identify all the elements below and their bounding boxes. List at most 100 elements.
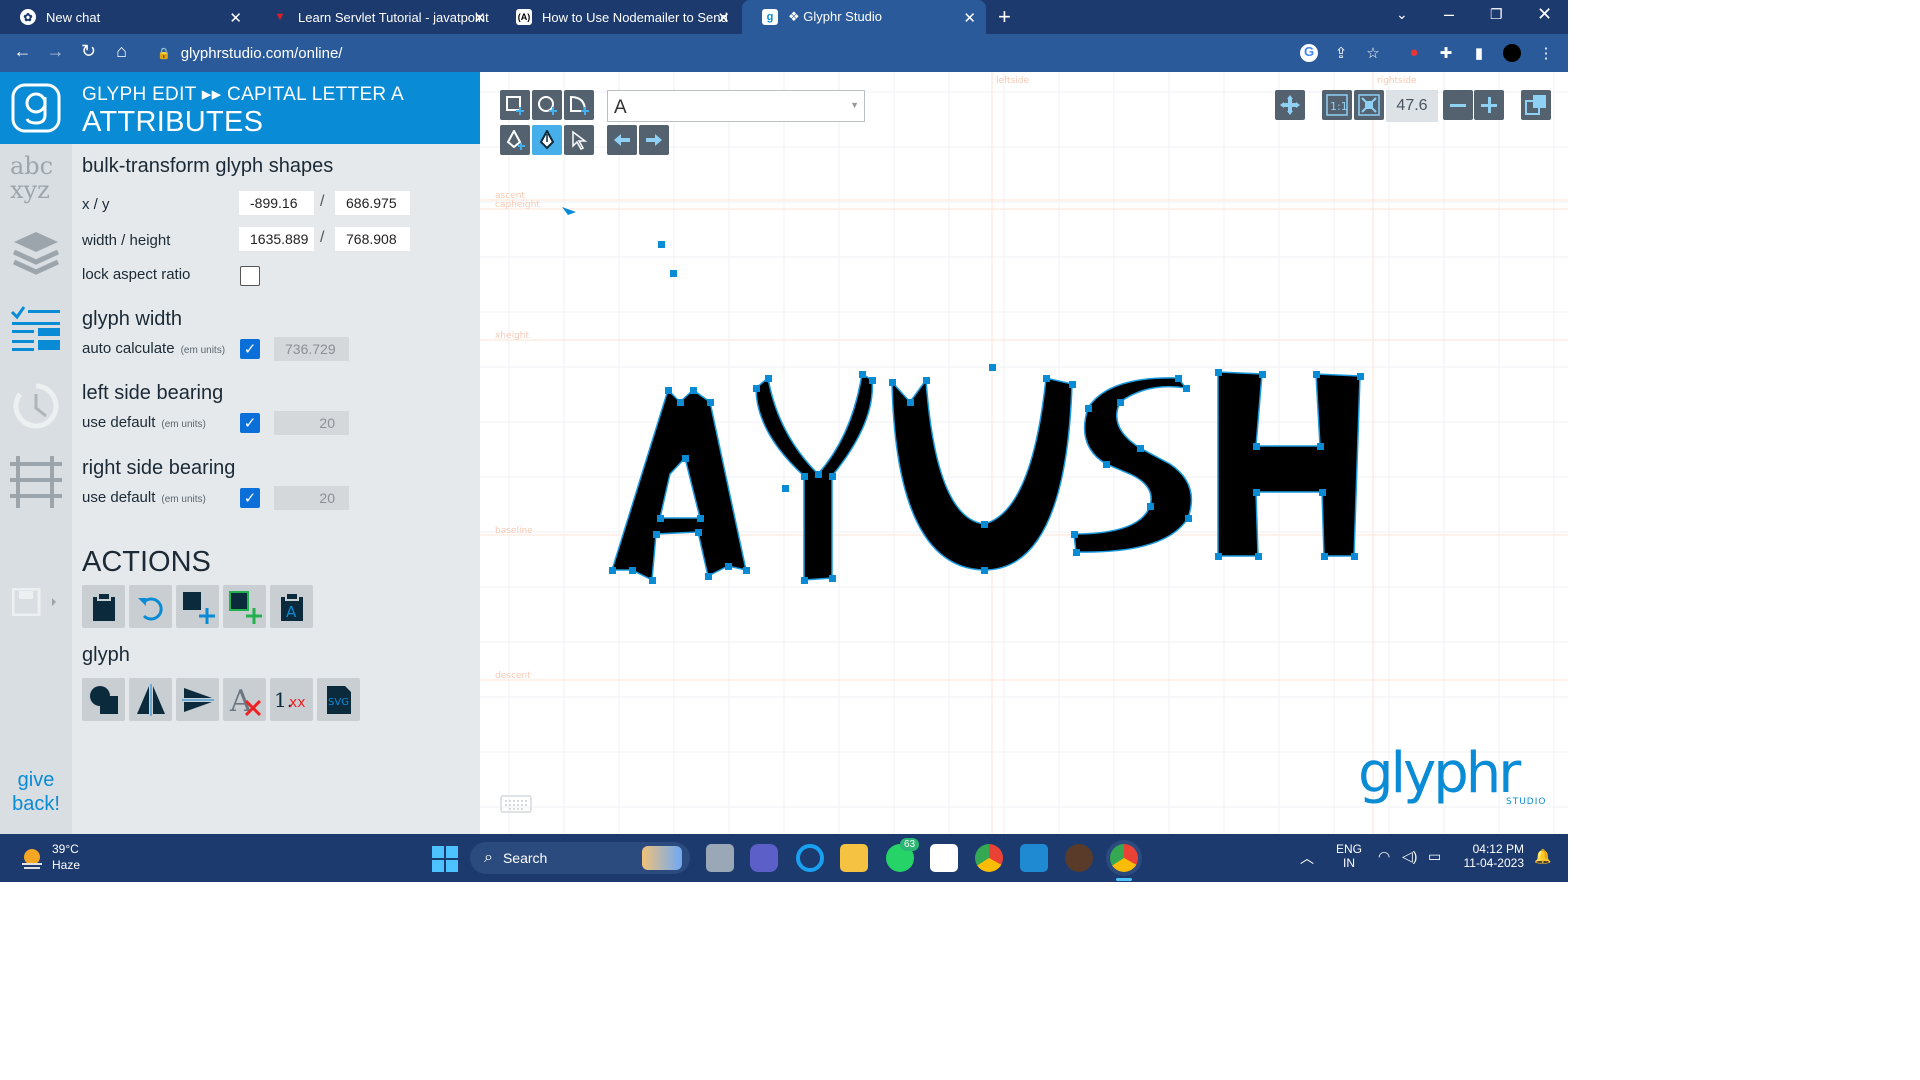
new-tab-button[interactable]: + (998, 4, 1011, 30)
share-icon[interactable]: ⇪ (1332, 44, 1350, 62)
zoom-out-button[interactable] (1443, 90, 1473, 120)
weather-desc[interactable]: Haze (52, 858, 80, 872)
tab-nodemailer[interactable]: (A) How to Use Nodemailer to Send ✕ (496, 0, 740, 34)
windows-start-icon[interactable] (432, 846, 458, 872)
glyphr-logo-button[interactable] (0, 72, 72, 144)
chrome-active-icon[interactable] (1110, 844, 1138, 872)
flip-vertical-button[interactable] (176, 678, 219, 721)
clear-glyph-button[interactable]: A (223, 678, 266, 721)
volume-icon[interactable]: ◁) (1402, 848, 1417, 865)
glyph-chooser-abc-icon[interactable]: abc xyz (10, 152, 62, 204)
minimize-button[interactable]: – (1444, 4, 1454, 25)
pen-tool[interactable] (532, 125, 562, 155)
lock-aspect-checkbox[interactable] (240, 266, 260, 286)
history-undo-icon[interactable] (10, 380, 62, 432)
x-input[interactable]: -899.16 (239, 191, 314, 215)
control-point-handle (1259, 371, 1266, 378)
keyboard-icon[interactable] (500, 794, 532, 814)
breadcrumb[interactable]: GLYPH EDIT ▸▸ CAPITAL LETTER A (82, 83, 480, 106)
rsb-use-default-checkbox[interactable]: ✓ (240, 488, 260, 508)
url-bar[interactable]: 🔒 glyphrstudio.com/online/ (143, 39, 1293, 67)
auto-calculate-checkbox[interactable]: ✓ (240, 339, 260, 359)
zoom-one-to-one-button[interactable]: 1:1 (1322, 90, 1352, 120)
control-point-handle (1321, 553, 1328, 560)
glyph-selector-dropdown[interactable]: A ▼ (607, 90, 865, 122)
restore-button[interactable]: ❐ (1490, 6, 1503, 23)
pointer-tool[interactable] (564, 125, 594, 155)
toggle-panels-button[interactable] (1521, 90, 1551, 120)
give-back-link[interactable]: give back! (0, 768, 72, 816)
tab-new-chat[interactable]: ✿ New chat ✕ (0, 0, 252, 34)
pan-tool[interactable] (1275, 90, 1305, 120)
y-input[interactable]: 686.975 (335, 191, 410, 215)
undo-button[interactable] (129, 585, 172, 628)
chrome-icon[interactable] (975, 844, 1003, 872)
tray-chevron-up-icon[interactable]: ︿ (1300, 848, 1314, 868)
forward-arrow-icon[interactable]: → (39, 41, 72, 62)
back-arrow-icon[interactable]: ← (6, 41, 39, 62)
tab-search-chevron-icon[interactable]: ⌄ (1396, 6, 1408, 23)
new-oval-tool[interactable] (532, 90, 562, 120)
save-floppy-icon[interactable] (12, 588, 60, 616)
side-panel-icon[interactable]: ▮ (1470, 44, 1488, 62)
add-square-icon (182, 591, 215, 624)
clock[interactable]: 04:12 PM 11-04-2023 (1458, 842, 1525, 870)
letter-h-shape (1217, 371, 1361, 557)
battery-icon[interactable]: ▭ (1428, 848, 1441, 865)
import-svg-button[interactable]: SVG (317, 678, 360, 721)
close-tab-icon[interactable]: ✕ (229, 9, 242, 27)
vscode-icon[interactable] (1020, 844, 1048, 872)
wifi-icon[interactable]: ◠ (1378, 848, 1390, 865)
paste-glyph-button[interactable]: A (270, 585, 313, 628)
extension-red-icon[interactable]: ● (1405, 44, 1423, 62)
attributes-panel-icon[interactable] (10, 304, 62, 356)
add-shape-button[interactable] (176, 585, 219, 628)
extensions-puzzle-icon[interactable]: ✚ (1437, 44, 1455, 62)
close-tab-icon[interactable]: ✕ (963, 9, 976, 27)
microsoft-store-icon[interactable] (930, 844, 958, 872)
tab-glyphr-studio[interactable]: g ❖ Glyphr Studio ✕ (742, 0, 986, 34)
zoom-level-value[interactable]: 47.6 (1386, 90, 1438, 122)
new-path-tool[interactable] (564, 90, 594, 120)
bookmark-star-icon[interactable]: ☆ (1364, 44, 1382, 62)
paste-button[interactable] (82, 585, 125, 628)
notification-bell-icon[interactable]: 🔔 (1534, 848, 1551, 865)
zoom-fit-button[interactable] (1354, 90, 1384, 120)
zoom-in-button[interactable] (1474, 90, 1504, 120)
task-view-icon[interactable] (706, 844, 734, 872)
close-tab-icon[interactable]: ✕ (473, 9, 486, 27)
lsb-use-default-checkbox[interactable]: ✓ (240, 413, 260, 433)
add-component-button[interactable] (223, 585, 266, 628)
undo-tool[interactable] (607, 125, 637, 155)
weather-sun-icon[interactable] (18, 844, 46, 872)
guides-grid-icon[interactable] (10, 456, 62, 508)
whatsapp-icon[interactable]: 63 (886, 838, 920, 872)
new-rectangle-tool[interactable] (500, 90, 530, 120)
close-tab-icon[interactable]: ✕ (717, 9, 730, 27)
google-lens-icon[interactable]: G (1300, 44, 1318, 62)
chrome-menu-icon[interactable]: ⋮ (1537, 44, 1555, 62)
flip-horizontal-button[interactable] (129, 678, 172, 721)
teams-chat-icon[interactable] (750, 844, 778, 872)
taskbar-search-box[interactable]: ⌕ Search (470, 842, 690, 874)
width-input[interactable]: 1635.889 (239, 227, 314, 251)
round-values-button[interactable]: 1. xx (270, 678, 313, 721)
language-indicator[interactable]: ENG IN (1336, 842, 1362, 870)
cortana-icon[interactable] (796, 844, 824, 872)
home-icon[interactable]: ⌂ (105, 41, 138, 62)
glyph-edit-canvas[interactable]: ascent capheight xheight baseline descent lef… (480, 72, 1568, 834)
redo-tool[interactable] (639, 125, 669, 155)
reload-icon[interactable]: ↻ (72, 41, 105, 62)
combine-shapes-button[interactable] (82, 678, 125, 721)
file-explorer-icon[interactable] (840, 844, 868, 872)
close-window-button[interactable]: ✕ (1537, 4, 1552, 25)
height-input[interactable]: 768.908 (335, 227, 410, 251)
app-gear-icon[interactable] (1065, 844, 1093, 872)
profile-avatar[interactable] (1503, 44, 1521, 62)
tab-javatpoint[interactable]: ▼ Learn Servlet Tutorial - javatpoint ✕ (252, 0, 496, 34)
weather-temp[interactable]: 39°C (52, 842, 79, 856)
control-point-handle (697, 515, 704, 522)
tab-title: Learn Servlet Tutorial - javatpoint (298, 9, 489, 25)
add-point-tool[interactable] (500, 125, 530, 155)
layers-icon[interactable] (10, 226, 62, 278)
